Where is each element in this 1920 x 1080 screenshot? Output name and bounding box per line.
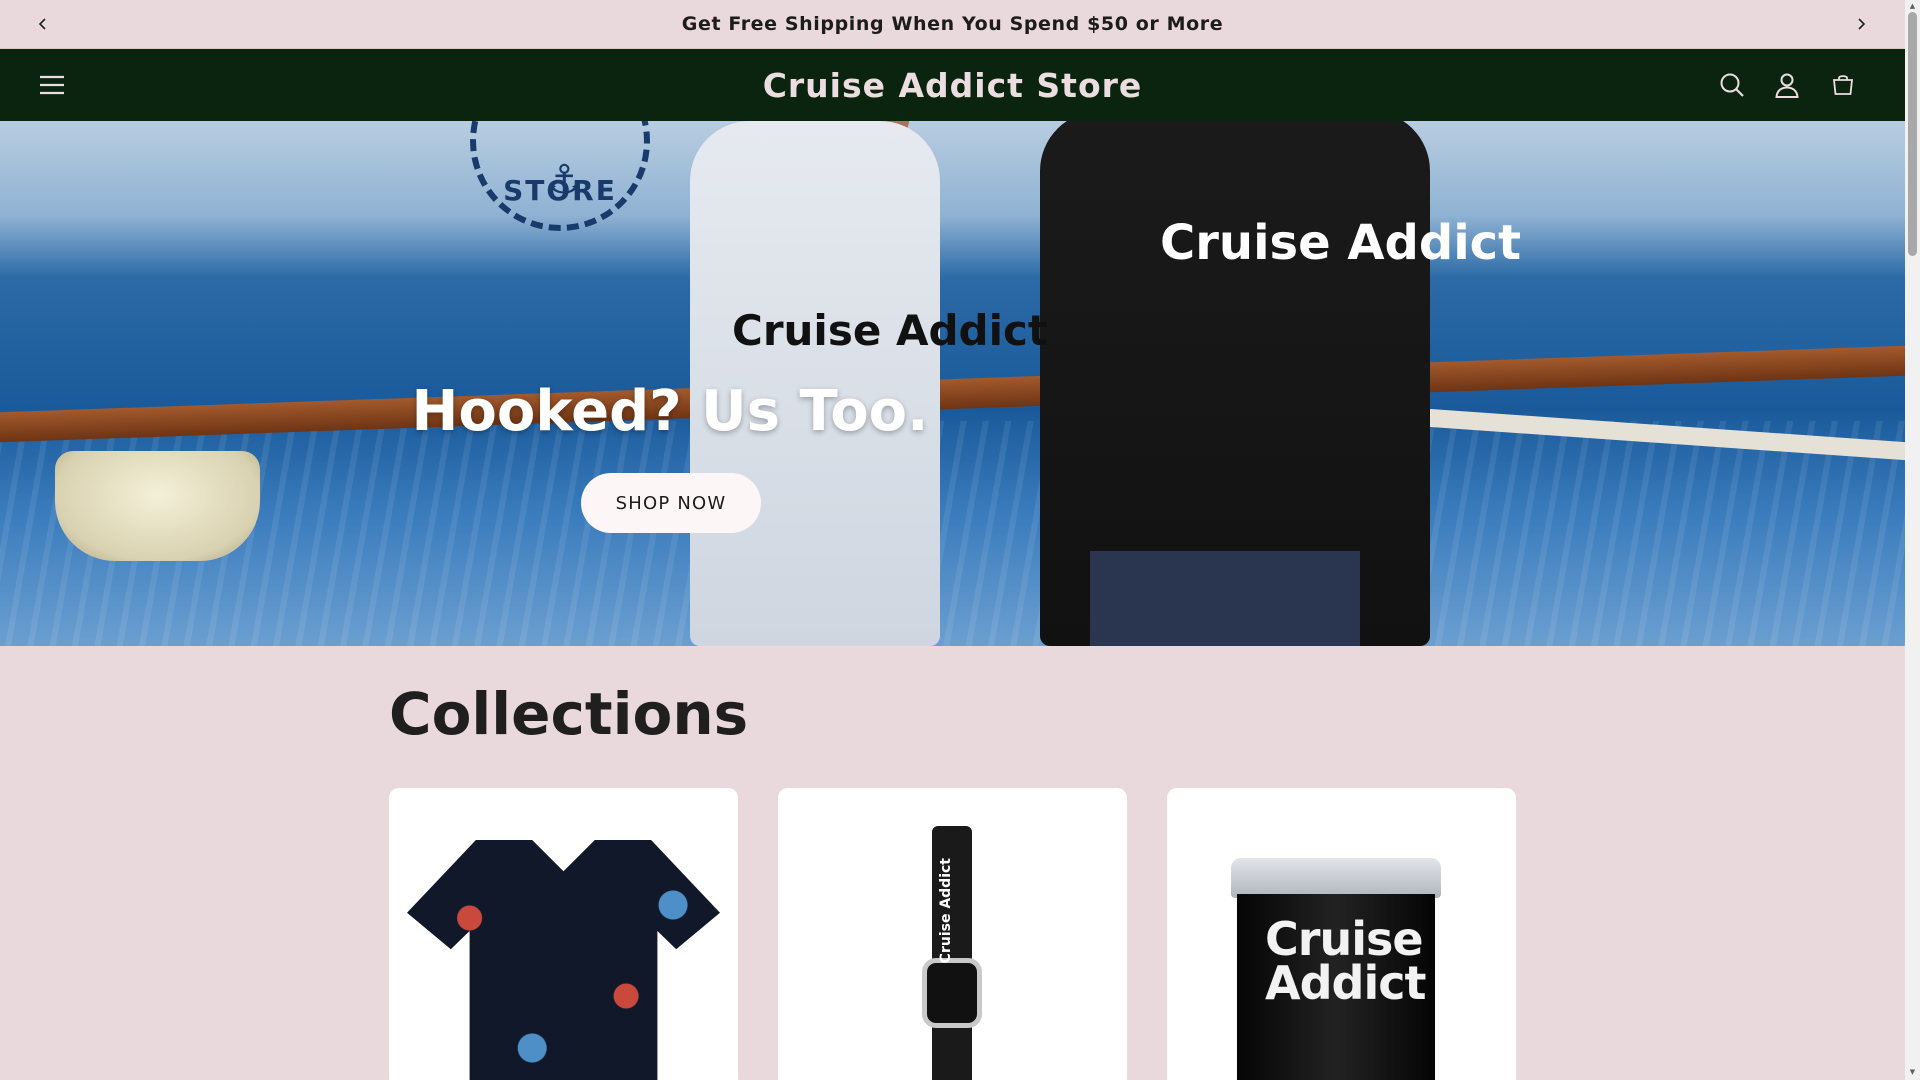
hamburger-icon (40, 75, 64, 95)
cart-icon (1832, 75, 1854, 95)
brand-container: Cruise Addict Store (0, 66, 1905, 105)
scroll-down-icon[interactable]: ▼ (1908, 1068, 1917, 1076)
hero-title: Hooked? Us Too. (411, 379, 929, 444)
model-pants (1090, 551, 1360, 646)
collection-image: Cruise Addict (1167, 788, 1516, 1080)
tumbler-lid (1231, 858, 1441, 898)
cart-button[interactable] (1827, 69, 1859, 101)
menu-button[interactable] (36, 69, 68, 101)
black-shirt-print: Cruise Addict (1160, 215, 1522, 271)
hero-banner: ⚓ STORE Cruise Addict Cruise Addict Hook… (0, 121, 1905, 646)
collection-card-hawaiian-shirt[interactable] (389, 788, 738, 1080)
site-header: Cruise Addict Store (0, 49, 1905, 121)
sea-background (0, 421, 1905, 646)
store-name-link[interactable]: Cruise Addict Store (763, 66, 1143, 105)
page-scrollbar[interactable]: ▲ ▼ (1905, 0, 1920, 1080)
announcement-bar: Get Free Shipping When You Spend $50 or … (0, 0, 1905, 49)
account-button[interactable] (1771, 69, 1803, 101)
scroll-up-icon[interactable]: ▲ (1908, 2, 1917, 10)
tumbler-print: Cruise Addict (1265, 912, 1426, 1010)
announcement-text: Get Free Shipping When You Spend $50 or … (681, 13, 1224, 35)
announcement-prev-button[interactable] (31, 12, 55, 36)
deck-lamp (55, 451, 260, 561)
collection-image: Cruise Addict (778, 788, 1127, 1080)
chevron-right-icon (1858, 18, 1866, 30)
search-icon (1720, 73, 1744, 97)
search-button[interactable] (1716, 69, 1748, 101)
chevron-left-icon (38, 18, 46, 30)
collection-image (389, 788, 738, 1080)
announcement-next-button[interactable] (1849, 12, 1873, 36)
account-icon (1775, 73, 1799, 98)
watch-band-print: Cruise Addict (938, 858, 954, 964)
store-logo-badge: ⚓ STORE (470, 121, 650, 231)
collections-heading: Collections (389, 680, 749, 748)
white-shirt-print: Cruise Addict (732, 306, 1048, 355)
collection-card-tumbler[interactable]: Cruise Addict (1167, 788, 1516, 1080)
watch-face (922, 958, 982, 1028)
collection-card-watch-band[interactable]: Cruise Addict (778, 788, 1127, 1080)
hawaiian-shirt-image (407, 840, 720, 1080)
shop-now-button[interactable]: SHOP NOW (581, 473, 761, 533)
scrollbar-thumb[interactable] (1908, 12, 1917, 256)
anchor-icon: ⚓ (546, 157, 582, 203)
